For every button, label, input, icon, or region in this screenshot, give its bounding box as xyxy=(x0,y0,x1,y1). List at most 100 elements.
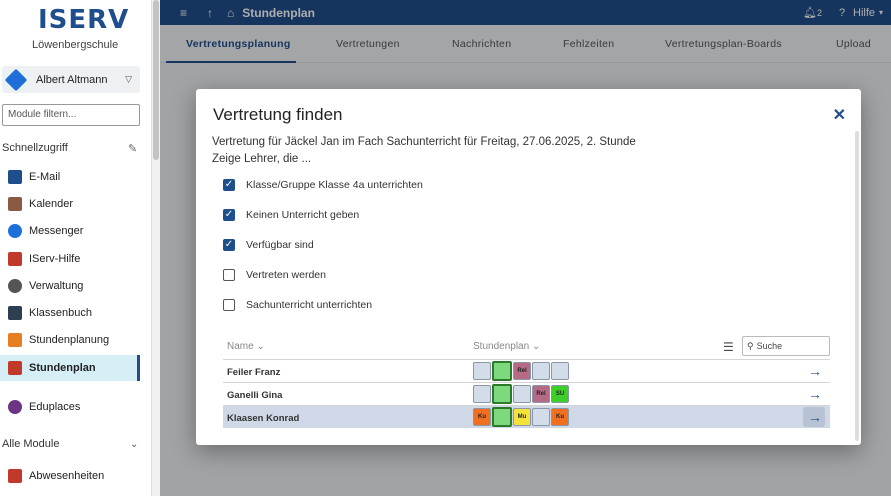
iserv-logo[interactable]: ISERV xyxy=(38,5,129,35)
checkbox-checked[interactable]: ✓ xyxy=(223,239,235,251)
sidebar-item-classbook[interactable]: Klassenbuch xyxy=(0,300,140,326)
edit-icon[interactable]: ✎ xyxy=(128,142,137,155)
column-header-name[interactable]: Name ⌄ xyxy=(227,341,265,352)
timetable-cell xyxy=(532,408,550,426)
sidebar-item-label: Eduplaces xyxy=(29,401,81,413)
option-no-lesson[interactable]: ✓ Keinen Unterricht geben xyxy=(223,209,359,221)
sidebar-item-label: Verwaltung xyxy=(29,280,84,292)
sidebar-item-email[interactable]: E-Mail xyxy=(0,164,140,190)
sidebar-item-label: Stundenplan xyxy=(29,362,96,374)
sidebar-item-messenger[interactable]: Messenger xyxy=(0,218,140,244)
sidebar-item-timetable-planning[interactable]: Stundenplanung xyxy=(0,327,140,353)
sidebar-item-label: E-Mail xyxy=(29,171,61,183)
timetable-cell xyxy=(551,362,569,380)
timetable-icon xyxy=(8,361,22,375)
filter-subtitle: Zeige Lehrer, die ... xyxy=(212,153,312,165)
option-substituted[interactable]: Vertreten werden xyxy=(223,269,326,281)
book-icon xyxy=(8,306,22,320)
option-label: Verfügbar sind xyxy=(246,239,314,251)
table-row[interactable]: Klaasen Konrad Ku Mu Ku → xyxy=(223,405,830,428)
mini-timetable: Rel xyxy=(473,361,570,381)
column-label: Stundenplan xyxy=(473,341,530,352)
calendar-icon xyxy=(8,197,22,211)
timetable-cell xyxy=(513,385,531,403)
mini-timetable: Rel SU xyxy=(473,384,570,404)
sidebar-scrollbar[interactable] xyxy=(152,0,160,496)
sort-icon[interactable]: ☰ xyxy=(723,340,734,354)
module-filter-input[interactable]: Module filtern... xyxy=(2,104,140,126)
dialog-title: Vertretung finden xyxy=(213,105,343,124)
absences-icon xyxy=(8,469,22,483)
find-substitute-dialog: Vertretung finden ✕ Vertretung für Jäcke… xyxy=(196,89,861,445)
checkbox-checked[interactable]: ✓ xyxy=(223,179,235,191)
column-label: Name xyxy=(227,341,254,352)
scrollbar-thumb[interactable] xyxy=(153,0,159,160)
chevron-down-icon: ⌄ xyxy=(531,341,541,352)
sidebar-item-label: Stundenplanung xyxy=(29,334,110,346)
timetable-cell: Mu xyxy=(513,408,531,426)
eduplaces-icon xyxy=(8,400,22,414)
search-input[interactable]: ⚲ Suche xyxy=(742,336,830,356)
teacher-name: Klaasen Konrad xyxy=(227,413,300,424)
quick-access-label: Schnellzugriff xyxy=(2,142,68,154)
teacher-table-header: Name ⌄ Stundenplan ⌄ ☰ ⚲ Suche xyxy=(223,336,830,359)
option-teaches-class[interactable]: ✓ Klasse/Gruppe Klasse 4a unterrichten xyxy=(223,179,423,191)
user-menu[interactable]: Albert Altmann ▽ xyxy=(2,66,140,93)
chevron-down-icon[interactable]: ⌄ xyxy=(130,439,138,450)
close-icon[interactable]: ✕ xyxy=(833,105,846,125)
quick-access-heading: Schnellzugriff ✎ xyxy=(2,142,137,155)
sidebar-item-eduplaces[interactable]: Eduplaces xyxy=(0,394,140,420)
timetable-cell xyxy=(473,362,491,380)
mail-icon xyxy=(8,170,22,184)
search-icon: ⚲ xyxy=(747,341,754,351)
checkbox-unchecked[interactable] xyxy=(223,299,235,311)
option-label: Vertreten werden xyxy=(246,269,326,281)
sidebar-item-help[interactable]: IServ-Hilfe xyxy=(0,246,140,272)
help-icon xyxy=(8,252,22,266)
column-header-schedule[interactable]: Stundenplan ⌄ xyxy=(473,341,540,352)
sidebar-item-administration[interactable]: Verwaltung xyxy=(0,273,140,299)
all-modules-heading[interactable]: Alle Module xyxy=(2,438,59,450)
teacher-name: Ganelli Gina xyxy=(227,390,283,401)
mini-timetable: Ku Mu Ku xyxy=(473,407,570,427)
dialog-scrollbar[interactable] xyxy=(855,131,859,441)
option-label: Sachunterricht unterrichten xyxy=(246,299,373,311)
sidebar-item-timetable[interactable]: Stundenplan xyxy=(0,355,140,381)
checkbox-checked[interactable]: ✓ xyxy=(223,209,235,221)
user-avatar-icon xyxy=(4,68,28,91)
sidebar-item-calendar[interactable]: Kalender xyxy=(0,191,140,217)
planning-icon xyxy=(8,333,22,347)
gear-icon xyxy=(8,279,22,293)
school-name: Löwenbergschule xyxy=(32,39,119,51)
search-placeholder: Suche xyxy=(756,341,783,351)
timetable-cell: Rel xyxy=(513,362,531,380)
timetable-cell: Ku xyxy=(551,408,569,426)
chevron-down-icon: ▽ xyxy=(125,74,132,84)
all-modules-label: Alle Module xyxy=(2,438,60,450)
sidebar-item-label: Kalender xyxy=(29,198,74,210)
teacher-name: Feiler Franz xyxy=(227,367,281,378)
timetable-cell-current xyxy=(492,407,512,427)
sidebar-item-label: Klassenbuch xyxy=(29,307,92,319)
chevron-down-icon: ⌄ xyxy=(256,341,265,352)
checkbox-unchecked[interactable] xyxy=(223,269,235,281)
timetable-cell: SU xyxy=(551,385,569,403)
substitution-description: Vertretung für Jäckel Jan im Fach Sachun… xyxy=(212,136,636,148)
sidebar-item-absences[interactable]: Abwesenheiten xyxy=(0,463,140,489)
sidebar-item-label: Abwesenheiten xyxy=(29,470,105,482)
select-teacher-arrow-icon[interactable]: → xyxy=(808,386,822,402)
table-row[interactable]: Feiler Franz Rel → xyxy=(223,359,830,382)
option-available[interactable]: ✓ Verfügbar sind xyxy=(223,239,314,251)
timetable-cell xyxy=(532,362,550,380)
timetable-cell-current xyxy=(492,361,512,381)
table-row[interactable]: Ganelli Gina Rel SU → xyxy=(223,382,830,405)
messenger-icon xyxy=(8,224,22,238)
sidebar-item-label: Messenger xyxy=(29,225,84,237)
select-teacher-arrow-icon[interactable]: → xyxy=(808,409,822,425)
option-label: Keinen Unterricht geben xyxy=(246,209,360,221)
option-label: Klasse/Gruppe Klasse 4a unterrichten xyxy=(246,179,423,191)
select-teacher-arrow-icon[interactable]: → xyxy=(808,363,822,379)
timetable-cell: Ku xyxy=(473,408,491,426)
option-teaches-subject[interactable]: Sachunterricht unterrichten xyxy=(223,299,372,311)
sidebar-item-label: IServ-Hilfe xyxy=(29,253,81,265)
